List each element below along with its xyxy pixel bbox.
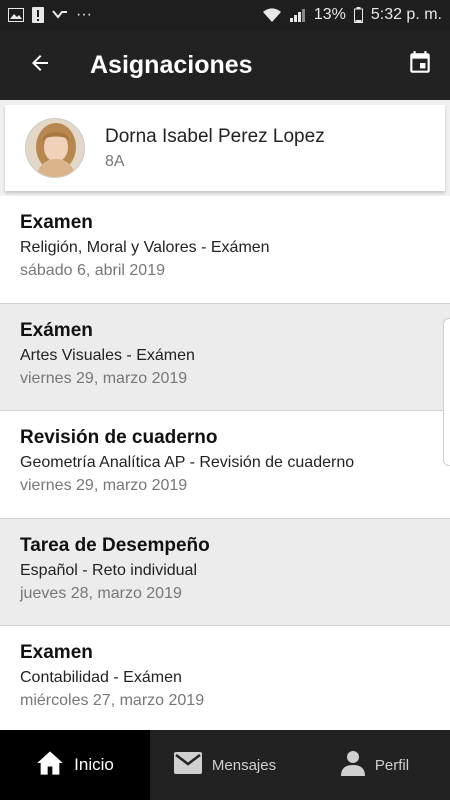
nav-messages[interactable]: Mensajes [150, 730, 300, 800]
calendar-button[interactable] [390, 30, 450, 100]
more-notifications-icon: ··· [76, 6, 92, 23]
nav-profile-label: Perfil [374, 756, 410, 774]
status-right: 13% 5:32 p. m. [262, 6, 442, 24]
assignment-date: viernes 29, marzo 2019 [20, 369, 188, 387]
status-left: ··· [8, 6, 92, 24]
avatar [25, 118, 85, 178]
profile-name: Dorna Isabel Perez Lopez [105, 125, 325, 147]
assignment-date: sábado 6, abril 2019 [20, 262, 165, 279]
profile-text: Dorna Isabel Perez Lopez 8A [105, 126, 325, 171]
assignment-subject: Geometría Analítica AP - Revisión de cua… [20, 454, 355, 471]
list-item[interactable]: Tarea de Desempeño Español - Reto indivi… [0, 518, 450, 626]
profile-group: 8A [105, 152, 125, 170]
assignment-title: Tarea de Desempeño [20, 534, 210, 556]
nav-home-label: Inicio [74, 755, 114, 774]
list-item[interactable]: Examen Religión, Moral y Valores - Exáme… [0, 196, 450, 304]
page-title: Asignaciones [90, 50, 253, 79]
calendar-icon [407, 50, 433, 81]
assignment-subject: Español - Reto individual [20, 561, 197, 579]
profile-section: Dorna Isabel Perez Lopez 8A [0, 100, 450, 196]
assignment-title: Exámen [20, 319, 93, 341]
assignment-date: miércoles 27, marzo 2019 [20, 692, 205, 709]
scroll-handle[interactable] [443, 318, 450, 466]
nav-messages-label: Mensajes [211, 756, 277, 774]
assignment-subject: Contabilidad - Exámen [20, 669, 182, 686]
person-icon [340, 750, 365, 780]
list-item[interactable]: Examen Contabilidad - Exámen miércoles 2… [0, 626, 450, 730]
battery-percent: 13% [313, 6, 346, 23]
assignment-date: viernes 29, marzo 2019 [20, 477, 188, 494]
back-button[interactable] [0, 30, 80, 100]
assignment-title: Revisión de cuaderno [20, 427, 218, 448]
bottom-nav: Inicio Mensajes Perfil [0, 730, 450, 800]
profile-card[interactable]: Dorna Isabel Perez Lopez 8A [5, 105, 445, 191]
missed-call-icon [52, 8, 68, 22]
status-time: 5:32 p. m. [370, 6, 442, 23]
list-item[interactable]: Revisión de cuaderno Geometría Analítica… [0, 411, 450, 519]
status-bar: ··· 13% 5:32 p. m. [0, 0, 450, 30]
wifi-icon [262, 7, 282, 23]
assignment-title: Examen [20, 642, 93, 663]
assignments-list[interactable]: Examen Religión, Moral y Valores - Exáme… [0, 196, 450, 730]
home-icon [36, 750, 64, 781]
nav-profile[interactable]: Perfil [300, 730, 450, 800]
assignment-subject: Religión, Moral y Valores - Exámen [20, 239, 270, 256]
mail-icon [173, 752, 202, 778]
signal-icon [289, 8, 306, 22]
app-bar: Asignaciones [0, 30, 450, 100]
arrow-left-icon [28, 51, 52, 80]
nav-home[interactable]: Inicio [0, 730, 150, 800]
battery-icon [353, 7, 363, 23]
gallery-notification-icon [8, 8, 24, 22]
assignment-date: jueves 28, marzo 2019 [20, 584, 182, 602]
alert-notification-icon [32, 7, 44, 23]
assignment-subject: Artes Visuales - Exámen [20, 346, 195, 364]
list-item[interactable]: Exámen Artes Visuales - Exámen viernes 2… [0, 303, 450, 411]
assignment-title: Examen [20, 212, 93, 233]
